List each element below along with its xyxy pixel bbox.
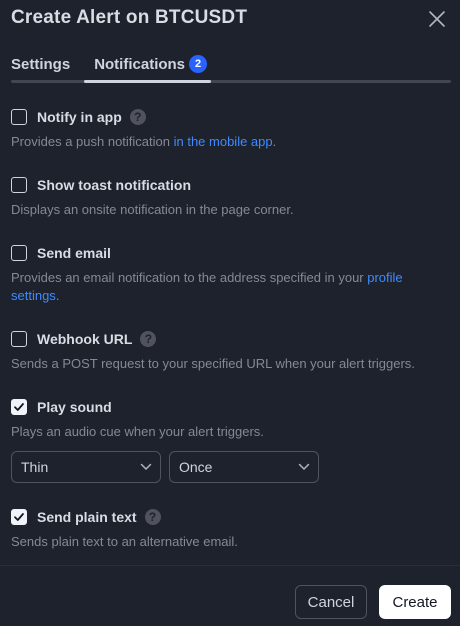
play-sound-label: Play sound [37, 399, 112, 415]
notify-in-app-checkbox[interactable] [11, 109, 27, 125]
option-webhook-url: Webhook URL ? Sends a POST request to yo… [11, 329, 451, 373]
option-send-plain-text: Send plain text ? Sends plain text to an… [11, 507, 451, 551]
notify-in-app-label: Notify in app [37, 109, 122, 125]
checkmark-icon [14, 403, 24, 411]
sound-type-value: Thin [21, 459, 49, 475]
send-email-desc-text: Provides an email notification to the ad… [11, 270, 368, 285]
send-email-label: Send email [37, 245, 111, 261]
mobile-app-link[interactable]: in the mobile app [174, 134, 273, 149]
webhook-url-label: Webhook URL [37, 331, 133, 347]
toast-notification-label: Show toast notification [37, 177, 191, 193]
chevron-down-icon [140, 463, 152, 471]
option-toast-notification: Show toast notification Displays an onsi… [11, 175, 451, 219]
notify-in-app-desc-text: Provides a push notification [11, 134, 174, 149]
option-send-email: Send email Provides an email notificatio… [11, 243, 451, 305]
notify-in-app-description: Provides a push notification in the mobi… [11, 133, 451, 151]
tab-notifications[interactable]: Notifications 2 [94, 54, 208, 74]
tab-settings-label: Settings [11, 55, 71, 73]
toast-notification-description: Displays an onsite notification in the p… [11, 202, 294, 217]
play-sound-description: Plays an audio cue when your alert trigg… [11, 424, 264, 439]
toast-notification-checkbox[interactable] [11, 177, 27, 193]
help-icon[interactable]: ? [140, 331, 157, 347]
tab-settings[interactable]: Settings [11, 54, 70, 74]
close-button[interactable] [425, 7, 449, 31]
webhook-url-description: Sends a POST request to your specified U… [11, 356, 415, 371]
tab-notifications-label: Notifications [94, 55, 186, 73]
send-email-description: Provides an email notification to the ad… [11, 269, 451, 305]
checkmark-icon [14, 513, 24, 521]
send-plain-text-label: Send plain text [37, 509, 137, 525]
option-notify-in-app: Notify in app ? Provides a push notifica… [11, 107, 451, 151]
sound-type-select[interactable]: Thin [11, 451, 161, 483]
sound-repeat-select[interactable]: Once [169, 451, 319, 483]
tab-track [11, 80, 451, 83]
option-play-sound: Play sound Plays an audio cue when your … [11, 397, 451, 441]
tab-bar: Settings Notifications 2 [11, 54, 208, 74]
webhook-url-checkbox[interactable] [11, 331, 27, 347]
help-icon[interactable]: ? [144, 509, 161, 525]
chevron-down-icon [298, 463, 310, 471]
help-icon[interactable]: ? [129, 109, 146, 125]
sound-repeat-value: Once [179, 459, 213, 475]
send-plain-text-checkbox[interactable] [11, 509, 27, 525]
footer-divider [0, 565, 460, 566]
notifications-count-badge: 2 [189, 55, 208, 73]
notify-in-app-desc-end: . [272, 134, 277, 149]
active-tab-indicator [84, 80, 211, 83]
send-email-desc-end: . [55, 288, 60, 303]
close-icon [429, 11, 445, 27]
create-button[interactable]: Create [379, 585, 451, 619]
cancel-button[interactable]: Cancel [295, 585, 367, 619]
play-sound-checkbox[interactable] [11, 399, 27, 415]
dialog-title: Create Alert on BTCUSDT [11, 7, 248, 28]
send-email-checkbox[interactable] [11, 245, 27, 261]
send-plain-text-description: Sends plain text to an alternative email… [11, 534, 238, 549]
